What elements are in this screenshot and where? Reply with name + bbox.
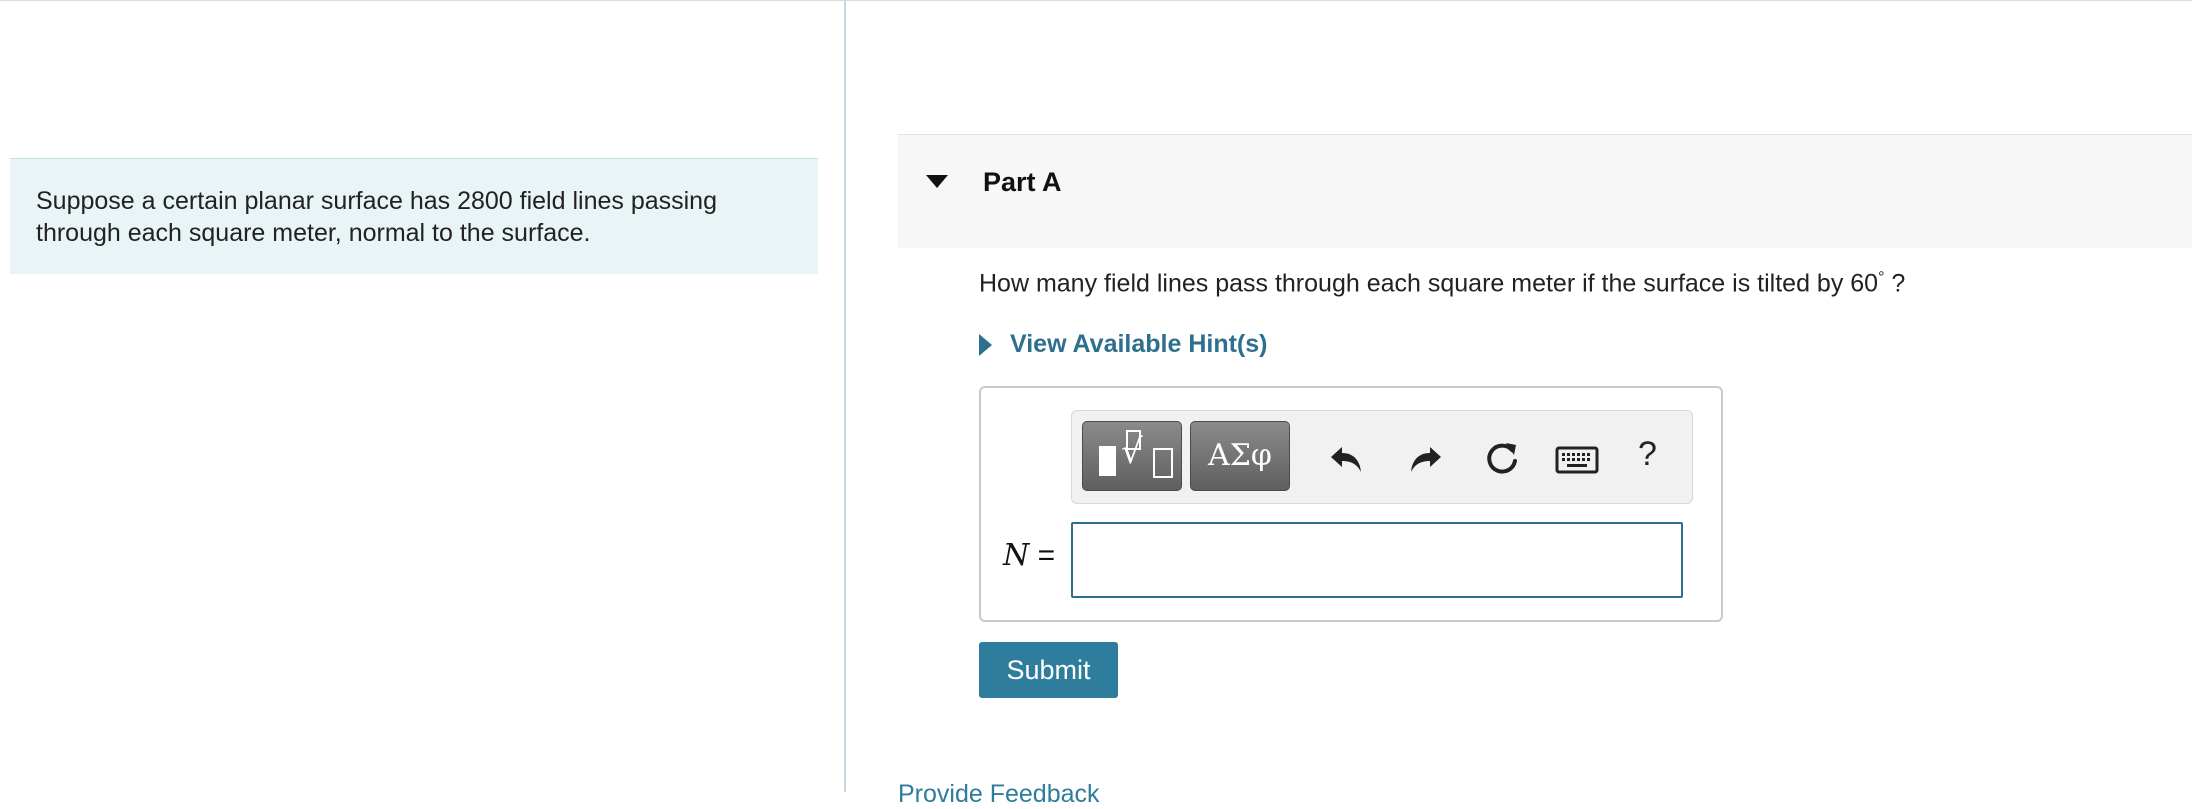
question-suffix: ?	[1884, 269, 1906, 298]
templates-icon[interactable]: √	[1082, 421, 1182, 491]
part-a-header[interactable]: Part A	[898, 134, 2192, 248]
variable-label: N =	[1003, 538, 1055, 573]
greek-symbols-icon[interactable]: ΑΣφ	[1190, 421, 1290, 491]
redo-icon[interactable]	[1405, 439, 1445, 479]
undo-icon[interactable]	[1327, 439, 1367, 479]
question-text: How many field lines pass through each s…	[979, 269, 1905, 298]
panel-divider	[844, 0, 846, 792]
help-icon[interactable]: ?	[1638, 435, 1657, 474]
math-toolbar: √ ΑΣφ ?	[1071, 410, 1693, 504]
top-border	[0, 0, 2192, 1]
intro-text: Suppose a certain planar surface has 280…	[36, 187, 717, 247]
keyboard-icon[interactable]	[1554, 441, 1600, 477]
equals-sign: =	[1037, 539, 1056, 572]
expand-caret-icon	[979, 333, 992, 356]
view-hints-link[interactable]: View Available Hint(s)	[979, 330, 1267, 359]
problem-intro: Suppose a certain planar surface has 280…	[10, 158, 818, 274]
collapse-caret-icon[interactable]	[926, 175, 948, 188]
question-prefix: How many field lines pass through each s…	[979, 269, 1879, 298]
variable-name: N	[1003, 538, 1030, 573]
reset-icon[interactable]	[1482, 439, 1522, 479]
submit-button[interactable]: Submit	[979, 642, 1118, 698]
provide-feedback-link[interactable]: Provide Feedback	[898, 780, 1100, 809]
part-title: Part A	[983, 167, 1062, 197]
answer-box: √ ΑΣφ ? N =	[979, 386, 1723, 622]
hint-label[interactable]: View Available Hint(s)	[1010, 330, 1267, 359]
answer-input[interactable]	[1071, 522, 1683, 598]
